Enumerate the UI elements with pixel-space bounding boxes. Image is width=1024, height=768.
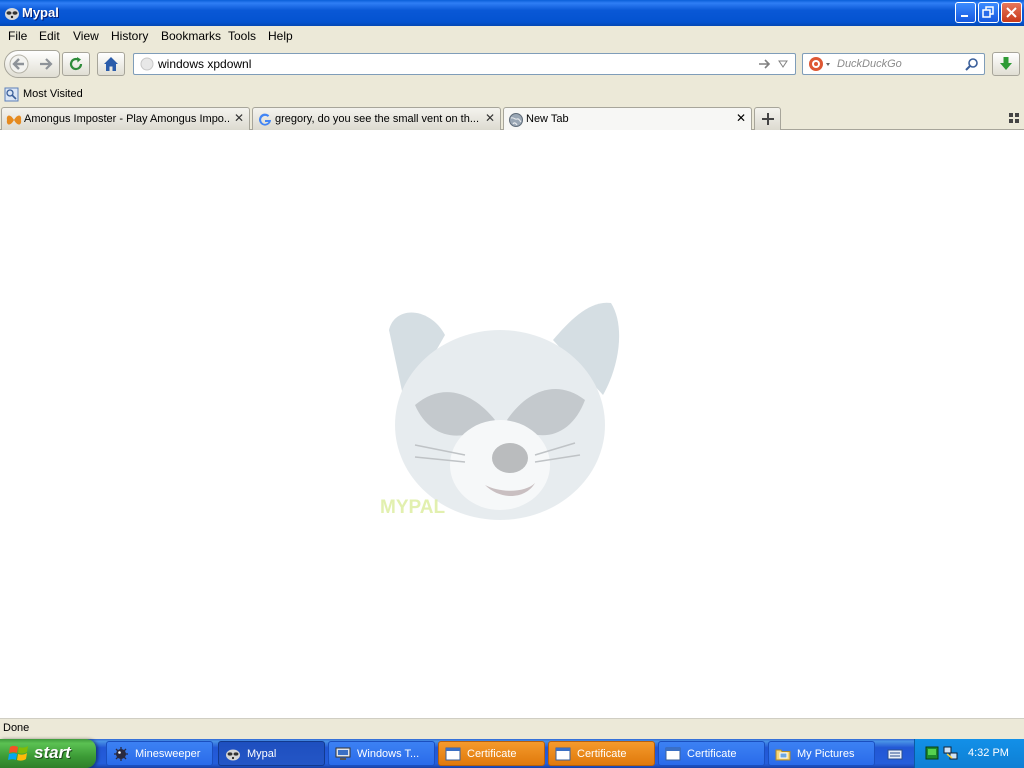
reload-icon: [69, 57, 83, 71]
search-input[interactable]: [837, 56, 957, 72]
home-icon: [104, 57, 118, 71]
network-connection-icon[interactable]: [943, 745, 959, 761]
menu-file[interactable]: File: [8, 29, 27, 43]
downloads-button[interactable]: [992, 52, 1020, 76]
certificate-window-icon: [445, 747, 461, 761]
taskbar: start Minesweeper Mypal Windows T... Cer…: [0, 739, 1024, 768]
taskbar-item-mypal[interactable]: Mypal: [218, 741, 325, 766]
go-arrow-icon[interactable]: [758, 58, 772, 70]
most-visited-label: Most Visited: [23, 88, 83, 100]
menu-bar: File Edit View History Bookmarks Tools H…: [0, 26, 1024, 46]
back-forward-group: [4, 50, 60, 78]
tab-strip: Amongus Imposter - Play Amongus Impo... …: [0, 105, 1024, 131]
page-identity-icon[interactable]: [140, 57, 154, 71]
certificate-window-icon: [555, 747, 571, 761]
taskbar-item-label: Certificate: [467, 748, 517, 760]
tab-close-icon[interactable]: ✕: [485, 111, 495, 125]
url-input[interactable]: [158, 56, 748, 72]
watermark-text: MYPAL: [380, 497, 445, 518]
tab-list-grid-icon[interactable]: [1009, 113, 1019, 123]
menu-bookmarks[interactable]: Bookmarks: [161, 29, 221, 43]
start-button[interactable]: start: [0, 739, 96, 768]
certificate-window-icon: [665, 747, 681, 761]
status-bar: Done: [0, 718, 1024, 739]
close-icon: [1006, 7, 1017, 18]
tab-label: New Tab: [526, 113, 569, 125]
menu-tools[interactable]: Tools: [228, 29, 256, 43]
address-bar[interactable]: [133, 53, 796, 75]
search-bar[interactable]: [802, 53, 985, 75]
taskbar-item-windows-task[interactable]: Windows T...: [328, 741, 435, 766]
taskbar-item-label: Certificate: [687, 748, 737, 760]
menu-history[interactable]: History: [111, 29, 148, 43]
globe-favicon-icon: [509, 113, 523, 127]
status-text: Done: [3, 722, 30, 734]
restore-icon: [982, 6, 994, 18]
reload-button[interactable]: [62, 52, 90, 76]
system-tray: 4:32 PM: [914, 739, 1024, 768]
back-arrow-icon[interactable]: [8, 54, 30, 74]
new-tab-button[interactable]: [754, 107, 781, 130]
taskbar-item-label: Windows T...: [357, 748, 420, 760]
plus-icon: [762, 113, 774, 125]
restore-button[interactable]: [978, 2, 999, 23]
most-visited-folder-icon: [4, 87, 19, 102]
taskbar-item-label: My Pictures: [797, 748, 855, 760]
taskbar-item-certificate-1[interactable]: Certificate: [438, 741, 545, 766]
most-visited-bookmark[interactable]: Most Visited: [3, 86, 93, 103]
search-magnifier-icon[interactable]: [965, 57, 979, 71]
minimize-icon: [961, 15, 968, 17]
window-title: Mypal: [22, 5, 59, 20]
minimize-button[interactable]: [955, 2, 976, 23]
tray-app-icon[interactable]: [925, 746, 939, 760]
raccoon-watermark-image: MYPAL: [380, 302, 620, 520]
taskbar-item-label: Minesweeper: [135, 748, 201, 760]
close-window-button[interactable]: [1001, 2, 1022, 23]
taskbar-item-certificate-2[interactable]: Certificate: [548, 741, 655, 766]
taskbar-item-label: Mypal: [247, 748, 277, 760]
bookmarks-toolbar: Most Visited: [0, 84, 1024, 105]
tab-close-icon[interactable]: ✕: [234, 111, 244, 125]
forward-arrow-icon[interactable]: [37, 56, 55, 72]
page-content: MYPAL: [0, 130, 1024, 718]
tab-new-tab[interactable]: New Tab ✕: [503, 107, 752, 131]
windows-logo-icon: [8, 745, 28, 761]
start-label: start: [34, 743, 71, 762]
tab-label: Amongus Imposter - Play Amongus Impo...: [24, 113, 229, 125]
tab-label: gregory, do you see the small vent on th…: [275, 113, 480, 125]
menu-edit[interactable]: Edit: [39, 29, 60, 43]
computer-monitor-icon: [335, 747, 351, 760]
tab-google-search[interactable]: gregory, do you see the small vent on th…: [252, 107, 501, 130]
mypal-raccoon-icon: [226, 749, 240, 761]
menu-help[interactable]: Help: [268, 29, 293, 43]
taskbar-item-minesweeper[interactable]: Minesweeper: [106, 741, 213, 766]
taskbar-item-certificate-3[interactable]: Certificate: [658, 741, 765, 766]
download-arrow-icon: [1000, 57, 1012, 70]
butterfly-favicon-icon: [6, 115, 22, 125]
home-button[interactable]: [97, 52, 125, 76]
clock[interactable]: 4:32 PM: [968, 747, 1009, 759]
tab-amongus-imposter[interactable]: Amongus Imposter - Play Amongus Impo... …: [1, 107, 250, 130]
google-favicon-icon: [259, 113, 271, 126]
navigation-toolbar: [0, 46, 1024, 84]
duckduckgo-engine-icon[interactable]: [808, 56, 832, 72]
taskbar-item-label: Certificate: [577, 748, 627, 760]
minesweeper-icon: [114, 747, 128, 761]
mypal-app-icon: [5, 8, 19, 20]
title-bar[interactable]: Mypal: [0, 0, 1024, 26]
url-dropdown-icon[interactable]: [778, 60, 788, 68]
taskbar-item-my-pictures[interactable]: My Pictures: [768, 741, 875, 766]
pictures-folder-icon: [775, 749, 791, 761]
language-keyboard-icon[interactable]: [887, 747, 903, 761]
menu-view[interactable]: View: [73, 29, 99, 43]
tab-close-icon[interactable]: ✕: [736, 111, 746, 125]
